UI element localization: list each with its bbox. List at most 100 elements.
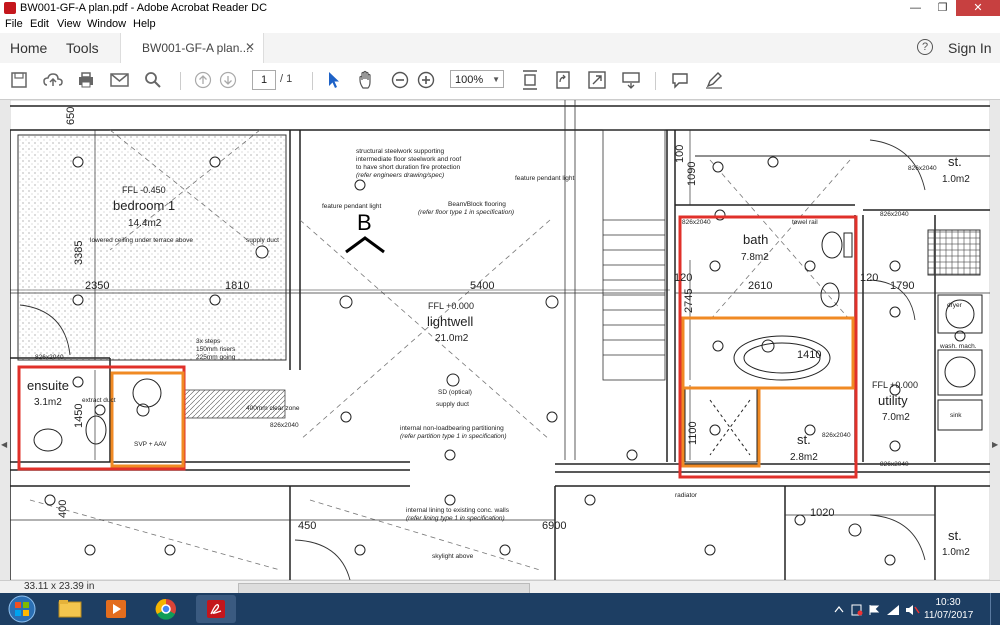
bathtub-highlight-box xyxy=(681,316,855,390)
system-tray-icons[interactable] xyxy=(832,603,922,617)
maximize-button[interactable]: ❐ xyxy=(929,0,956,16)
menu-file[interactable]: File xyxy=(5,18,23,30)
windows-start-icon[interactable] xyxy=(4,595,40,623)
zoom-in-icon[interactable] xyxy=(417,71,435,89)
note-lining: internal lining to existing conc. walls xyxy=(406,507,510,514)
zoom-select[interactable]: 100% ▼ xyxy=(450,70,504,88)
dim-1410: 1410 xyxy=(797,349,821,361)
room-area-store-3: 1.0m2 xyxy=(942,547,970,558)
hatched-step-zone xyxy=(184,389,286,419)
highlight-pen-icon[interactable] xyxy=(704,70,724,90)
level-bedroom: FFL -0.450 xyxy=(122,185,166,195)
staircase xyxy=(564,100,666,460)
minimize-button[interactable]: — xyxy=(902,0,929,16)
door-tag-4: 826x2040 xyxy=(908,165,937,172)
dim-100: 100 xyxy=(674,145,686,163)
note-sd: SD (optical) xyxy=(438,389,472,396)
dim-1020: 1020 xyxy=(810,507,834,519)
close-window-button[interactable]: ✕ xyxy=(956,0,1000,16)
menu-view[interactable]: View xyxy=(57,18,81,30)
dim-400: 400 xyxy=(57,500,69,518)
acrobat-taskbar-icon[interactable] xyxy=(196,595,236,623)
dim-2350: 2350 xyxy=(85,280,109,292)
nav-bar: Home Tools BW001-GF-A plan.... ✕ ? Sign … xyxy=(0,33,1000,64)
chrome-icon[interactable] xyxy=(146,595,186,623)
windows-taskbar: 10:30 11/07/2017 xyxy=(0,593,1000,625)
dim-120-left: 120 xyxy=(674,272,692,284)
room-name-store-3: st. xyxy=(948,528,962,543)
svg-text:B: B xyxy=(357,210,372,235)
page-number-input[interactable]: 1 xyxy=(252,70,276,90)
toolbar-divider xyxy=(180,72,181,90)
dim-1450: 1450 xyxy=(73,404,85,428)
note-steel-2: intermediate floor steelwork and roof xyxy=(356,156,461,163)
tab-close-icon[interactable]: ✕ xyxy=(245,40,255,54)
left-panel-toggle-icon[interactable]: ◀ xyxy=(1,440,7,449)
room-name-lightwell: lightwell xyxy=(427,314,473,329)
nav-tools[interactable]: Tools xyxy=(66,40,99,56)
next-page-icon[interactable] xyxy=(219,71,237,89)
section-marker-b: B xyxy=(345,210,385,254)
fit-page-icon[interactable] xyxy=(521,69,539,91)
menu-bar: File Edit View Window Help xyxy=(0,17,1000,33)
taskbar-clock[interactable]: 10:30 11/07/2017 xyxy=(924,596,974,622)
file-explorer-icon[interactable] xyxy=(50,595,90,623)
acrobat-app-icon xyxy=(4,2,16,14)
help-icon[interactable]: ? xyxy=(917,39,933,55)
keyboard-tool-icon[interactable] xyxy=(621,70,641,90)
dim-1810: 1810 xyxy=(225,280,249,292)
dim-1100: 1100 xyxy=(687,421,699,445)
room-name-bedroom-1: bedroom 1 xyxy=(113,198,175,213)
menu-edit[interactable]: Edit xyxy=(30,18,49,30)
floor-plan-drawing: B bedroom 1 14.4m2 FFL -0.450 lightwell … xyxy=(10,100,990,580)
search-icon[interactable] xyxy=(144,71,162,89)
media-player-icon[interactable] xyxy=(96,595,136,623)
document-tab-label: BW001-GF-A plan.... xyxy=(142,41,253,55)
door-tag-5: 826x2040 xyxy=(880,211,909,218)
note-towel-rail: towel rail xyxy=(792,219,818,226)
dim-450: 450 xyxy=(298,520,316,532)
note-skylight: skylight above xyxy=(432,553,474,560)
bedroom-1-lowered-ceiling xyxy=(17,134,287,361)
dim-5400: 5400 xyxy=(470,280,494,292)
zoom-out-icon[interactable] xyxy=(391,71,409,89)
note-sink: sink xyxy=(950,412,962,419)
clock-date: 11/07/2017 xyxy=(924,610,974,621)
room-area-bedroom-1: 14.4m2 xyxy=(128,218,162,229)
note-pendant-1: feature pendant light xyxy=(322,203,381,210)
level-utility: FFL +0.000 xyxy=(872,380,918,390)
document-tab[interactable]: BW001-GF-A plan.... ✕ xyxy=(120,33,264,63)
save-icon[interactable] xyxy=(10,71,28,89)
chevron-down-icon: ▼ xyxy=(492,75,500,84)
door-tag-6: 826x2040 xyxy=(822,432,851,439)
hand-tool-icon[interactable] xyxy=(358,70,376,90)
title-bar: BW001-GF-A plan.pdf - Adobe Acrobat Read… xyxy=(0,0,1000,18)
comment-icon[interactable] xyxy=(670,71,690,89)
note-partition: internal non-loadbearing partitioning xyxy=(400,425,504,432)
menu-help[interactable]: Help xyxy=(133,18,156,30)
note-supply-duct: supply duct xyxy=(246,237,279,244)
full-screen-icon[interactable] xyxy=(587,70,607,90)
room-name-store-1: st. xyxy=(797,432,811,447)
rotate-page-icon[interactable] xyxy=(554,69,572,91)
note-steps: 3x steps xyxy=(196,338,221,345)
select-cursor-icon[interactable] xyxy=(326,71,342,89)
room-name-utility: utility xyxy=(878,393,908,408)
room-name-bath: bath xyxy=(743,232,768,247)
print-icon[interactable] xyxy=(76,71,96,89)
nav-home[interactable]: Home xyxy=(10,40,47,56)
note-lining-2: (refer lining type 1 in specification) xyxy=(406,515,505,522)
menu-window[interactable]: Window xyxy=(87,18,126,30)
upload-cloud-icon[interactable] xyxy=(43,71,63,89)
dim-6900: 6900 xyxy=(542,520,566,532)
door-tag-2: 826x2040 xyxy=(270,422,299,429)
door-tag-3: 826x2040 xyxy=(682,219,711,226)
sign-in-link[interactable]: Sign In xyxy=(948,40,992,56)
note-supply-duct-2: supply duct xyxy=(436,401,469,408)
previous-page-icon[interactable] xyxy=(194,71,212,89)
document-viewport[interactable]: ◀ ▶ B bedroom 1 14.4m2 FFL -0.450 lightw… xyxy=(0,100,1000,580)
note-svp: SVP + AAV xyxy=(134,441,167,448)
show-desktop-button[interactable] xyxy=(990,593,1000,625)
right-panel-toggle-icon[interactable]: ▶ xyxy=(992,440,998,449)
email-icon[interactable] xyxy=(110,72,130,88)
